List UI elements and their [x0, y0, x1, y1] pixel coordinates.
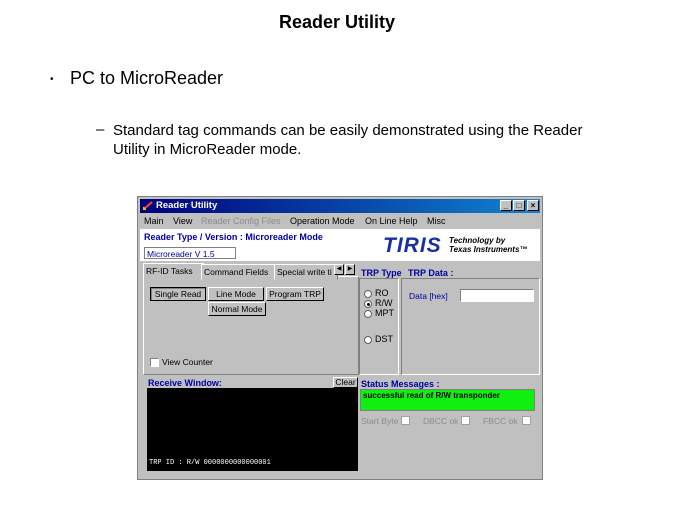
menu-operation-mode[interactable]: Operation Mode — [290, 216, 355, 226]
minimize-button[interactable]: _ — [500, 200, 512, 211]
data-hex-label: Data [hex] — [409, 291, 448, 301]
radio-dst[interactable] — [364, 336, 372, 344]
data-hex-input[interactable] — [460, 289, 534, 302]
view-counter-label: View Counter — [162, 357, 213, 367]
slide-title: Reader Utility — [278, 12, 396, 32]
dbcc-label: DBCC ok — [423, 416, 459, 426]
tab-command-fields[interactable]: Command Fields — [201, 264, 277, 280]
view-counter-checkbox[interactable] — [150, 358, 159, 367]
radio-ro[interactable] — [364, 290, 372, 298]
receive-window-label: Receive Window: — [148, 378, 222, 388]
reader-version-field: Microreader V 1.5 — [144, 247, 236, 259]
fbcc-checkbox — [522, 416, 531, 425]
trp-type-group: RO R/W MPT DST — [359, 278, 399, 375]
logo-tagline-line2: Texas Instruments™ — [449, 245, 528, 254]
line-mode-button[interactable]: Line Mode — [208, 287, 264, 301]
menu-online-help[interactable]: On Line Help — [365, 216, 418, 226]
trp-data-label: TRP Data : — [408, 268, 454, 278]
program-trp-button[interactable]: Program TRP — [266, 287, 324, 301]
normal-mode-button[interactable]: Normal Mode — [208, 302, 266, 316]
menu-reader-config-files[interactable]: Reader Config Files — [201, 216, 281, 226]
sub-bullet-text: Standard tag commands can be easily demo… — [113, 122, 583, 158]
tab-rfid-tasks[interactable]: RF-ID Tasks — [143, 263, 205, 279]
sub-bullet-dash: – — [96, 121, 105, 138]
radio-mpt[interactable] — [364, 310, 372, 318]
clear-button[interactable]: Clear — [333, 377, 358, 388]
bullet-dot: • — [50, 74, 54, 85]
radio-dst-label: DST — [375, 334, 393, 344]
bullet-pc-to-microreader: PC to MicroReader — [70, 68, 224, 88]
close-button[interactable]: × — [527, 200, 539, 211]
reader-utility-window: Reader Utility _ □ × Main View Reader Co… — [137, 196, 543, 480]
status-messages-label: Status Messages : — [361, 379, 440, 389]
logo-tagline: Technology by Texas Instruments™ — [449, 236, 527, 254]
fbcc-label: FBCC ok — [483, 416, 518, 426]
header-area: Reader Type / Version : Microreader Mode… — [140, 229, 540, 261]
menu-misc[interactable]: Misc — [427, 216, 446, 226]
tab-special-write[interactable]: Special write ti — [274, 264, 338, 280]
tab-scroll-left-icon[interactable]: ◀ — [334, 264, 344, 275]
single-read-button[interactable]: Single Read — [150, 287, 206, 301]
logo-tagline-line1: Technology by — [449, 236, 506, 245]
menu-view[interactable]: View — [173, 216, 192, 226]
trp-type-label: TRP Type — [361, 268, 402, 278]
radio-rw[interactable] — [364, 300, 372, 308]
tasks-panel: RF-ID Tasks Command Fields Special write… — [143, 263, 359, 375]
start-byte-label: Start Byte — [361, 416, 399, 426]
start-byte-checkbox — [401, 416, 410, 425]
app-icon — [143, 201, 153, 210]
receive-output-line: TRP ID : R/W 0000000000000001 — [149, 459, 271, 467]
tab-scroll-right-icon[interactable]: ▶ — [345, 264, 355, 275]
radio-mpt-label: MPT — [375, 308, 394, 318]
status-message: successful read of R/W transponder — [360, 389, 535, 411]
window-title: Reader Utility — [156, 200, 218, 211]
maximize-button[interactable]: □ — [513, 200, 525, 211]
reader-type-label: Reader Type / Version : Microreader Mode — [144, 232, 323, 242]
dbcc-checkbox — [461, 416, 470, 425]
menu-bar: Main View Reader Config Files Operation … — [140, 214, 540, 228]
menu-main[interactable]: Main — [144, 216, 164, 226]
tiris-logo: TIRIS — [383, 234, 442, 257]
radio-ro-label: RO — [375, 288, 389, 298]
radio-rw-label: R/W — [375, 298, 393, 308]
window-titlebar[interactable]: Reader Utility _ □ × — [140, 199, 540, 213]
